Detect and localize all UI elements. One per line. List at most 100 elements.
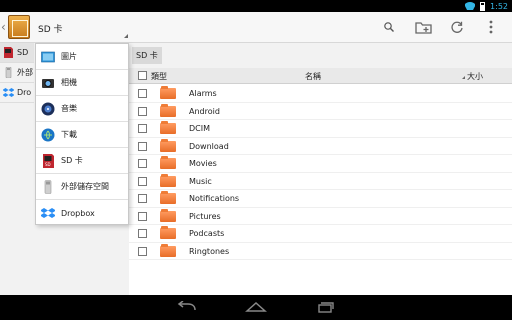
file-name: Movies	[189, 159, 217, 168]
music-icon	[41, 102, 55, 115]
storage-title[interactable]: SD 卡	[38, 22, 63, 35]
search-icon	[384, 22, 394, 32]
wifi-icon	[465, 2, 475, 10]
dropdown-arrow-icon[interactable]	[124, 34, 128, 38]
file-row-dcim[interactable]: DCIM	[129, 120, 512, 138]
file-name: Android	[189, 106, 220, 116]
sort-arrow-icon[interactable]	[462, 76, 465, 79]
action-bar: ‹ SD 卡	[0, 12, 512, 43]
menu-item-label: 相機	[61, 78, 77, 87]
row-checkbox[interactable]	[138, 89, 147, 98]
home-icon	[245, 301, 267, 312]
svg-text:SD: SD	[45, 162, 51, 167]
download-icon	[41, 128, 55, 141]
row-checkbox[interactable]	[138, 246, 147, 256]
home-button[interactable]	[244, 299, 268, 315]
menu-item-download[interactable]: 下載	[36, 122, 128, 148]
system-navigation-bar	[0, 295, 512, 320]
recent-apps-icon	[318, 302, 334, 313]
file-name: Ringtones	[189, 246, 230, 256]
file-name: Download	[189, 141, 229, 151]
refresh-icon	[451, 21, 463, 33]
file-list: Alarms Android DCIM Download Movies Musi…	[129, 85, 512, 260]
file-name: Notifications	[189, 194, 240, 203]
sidebar-item-external-storage[interactable]: 外部	[0, 63, 34, 83]
folder-icon	[160, 103, 176, 117]
file-row-alarms[interactable]: Alarms	[129, 85, 512, 103]
file-name: DCIM	[189, 124, 211, 133]
name-column-header[interactable]: 名稱	[305, 71, 321, 82]
file-row-music[interactable]: Music	[129, 173, 512, 190]
folder-icon	[160, 156, 176, 169]
overflow-menu-icon	[489, 20, 493, 34]
file-table-header: 類型 名稱 大小	[129, 68, 512, 84]
status-bar: 1:52	[0, 0, 512, 12]
pictures-icon	[41, 51, 55, 62]
menu-item-label: 圖片	[61, 52, 77, 61]
folder-icon	[160, 86, 176, 99]
menu-item-external-storage[interactable]: 外部儲存空間	[36, 174, 128, 200]
folder-icon	[160, 121, 176, 134]
type-column-header[interactable]: 類型	[151, 71, 167, 82]
menu-item-pictures[interactable]: 圖片	[36, 44, 128, 70]
storage-sidebar: SD 外部 Dro	[0, 43, 34, 295]
file-row-notifications[interactable]: Notifications	[129, 190, 512, 208]
row-checkbox[interactable]	[138, 159, 147, 168]
file-row-movies[interactable]: Movies	[129, 155, 512, 173]
back-button[interactable]	[175, 299, 199, 315]
search-button[interactable]	[378, 16, 400, 38]
menu-item-dropbox[interactable]: Dropbox	[36, 200, 128, 226]
sd-card-icon	[4, 47, 13, 58]
select-all-checkbox[interactable]	[138, 71, 147, 80]
usb-storage-icon	[44, 179, 52, 194]
folder-icon	[160, 208, 176, 222]
row-checkbox[interactable]	[138, 124, 147, 133]
folder-icon	[160, 226, 176, 239]
row-checkbox[interactable]	[138, 211, 147, 221]
row-checkbox[interactable]	[138, 141, 147, 151]
chevron-left-icon[interactable]: ‹	[1, 20, 6, 34]
menu-item-label: 音樂	[61, 104, 77, 113]
storage-dropdown-menu: 圖片 相機 音樂 下載 SD SD 卡 外部儲存空間 Dropbox	[35, 43, 129, 225]
camera-icon	[42, 78, 54, 88]
file-row-android[interactable]: Android	[129, 103, 512, 120]
breadcrumb-sd-card[interactable]: SD 卡	[132, 47, 162, 64]
file-name: Alarms	[189, 89, 217, 98]
folder-icon	[160, 191, 176, 204]
status-icons: 1:52	[465, 0, 508, 12]
file-name: Podcasts	[189, 229, 225, 238]
sidebar-item-label: Dro	[17, 88, 32, 97]
file-name: Pictures	[189, 211, 221, 221]
sidebar-item-label: 外部	[17, 68, 33, 77]
size-column-header[interactable]: 大小	[467, 71, 483, 82]
overflow-menu-button[interactable]	[480, 16, 502, 38]
file-row-download[interactable]: Download	[129, 138, 512, 155]
folder-icon	[160, 138, 176, 152]
row-checkbox[interactable]	[138, 194, 147, 203]
sidebar-item-dropbox[interactable]: Dro	[0, 83, 34, 103]
refresh-button[interactable]	[446, 16, 468, 38]
cabinet-folder-icon[interactable]	[8, 15, 30, 39]
status-time: 1:52	[490, 1, 508, 11]
menu-item-label: 下載	[61, 130, 77, 139]
menu-item-sd-card[interactable]: SD SD 卡	[36, 148, 128, 174]
folder-icon	[160, 173, 176, 187]
row-checkbox[interactable]	[138, 229, 147, 238]
file-row-ringtones[interactable]: Ringtones	[129, 243, 512, 260]
file-row-podcasts[interactable]: Podcasts	[129, 225, 512, 243]
sidebar-item-sd-card[interactable]: SD	[0, 43, 34, 63]
new-folder-icon	[414, 22, 432, 34]
folder-icon	[160, 243, 176, 257]
sidebar-item-label: SD	[17, 48, 29, 57]
menu-item-music[interactable]: 音樂	[36, 96, 128, 122]
file-row-pictures[interactable]: Pictures	[129, 208, 512, 225]
dropbox-icon	[41, 208, 55, 218]
menu-item-camera[interactable]: 相機	[36, 70, 128, 96]
usb-storage-icon	[5, 67, 12, 78]
new-folder-button[interactable]	[412, 16, 434, 38]
row-checkbox[interactable]	[138, 106, 147, 116]
recent-apps-button[interactable]	[313, 299, 337, 315]
battery-icon	[480, 1, 486, 11]
file-name: Music	[189, 176, 212, 186]
row-checkbox[interactable]	[138, 176, 147, 186]
